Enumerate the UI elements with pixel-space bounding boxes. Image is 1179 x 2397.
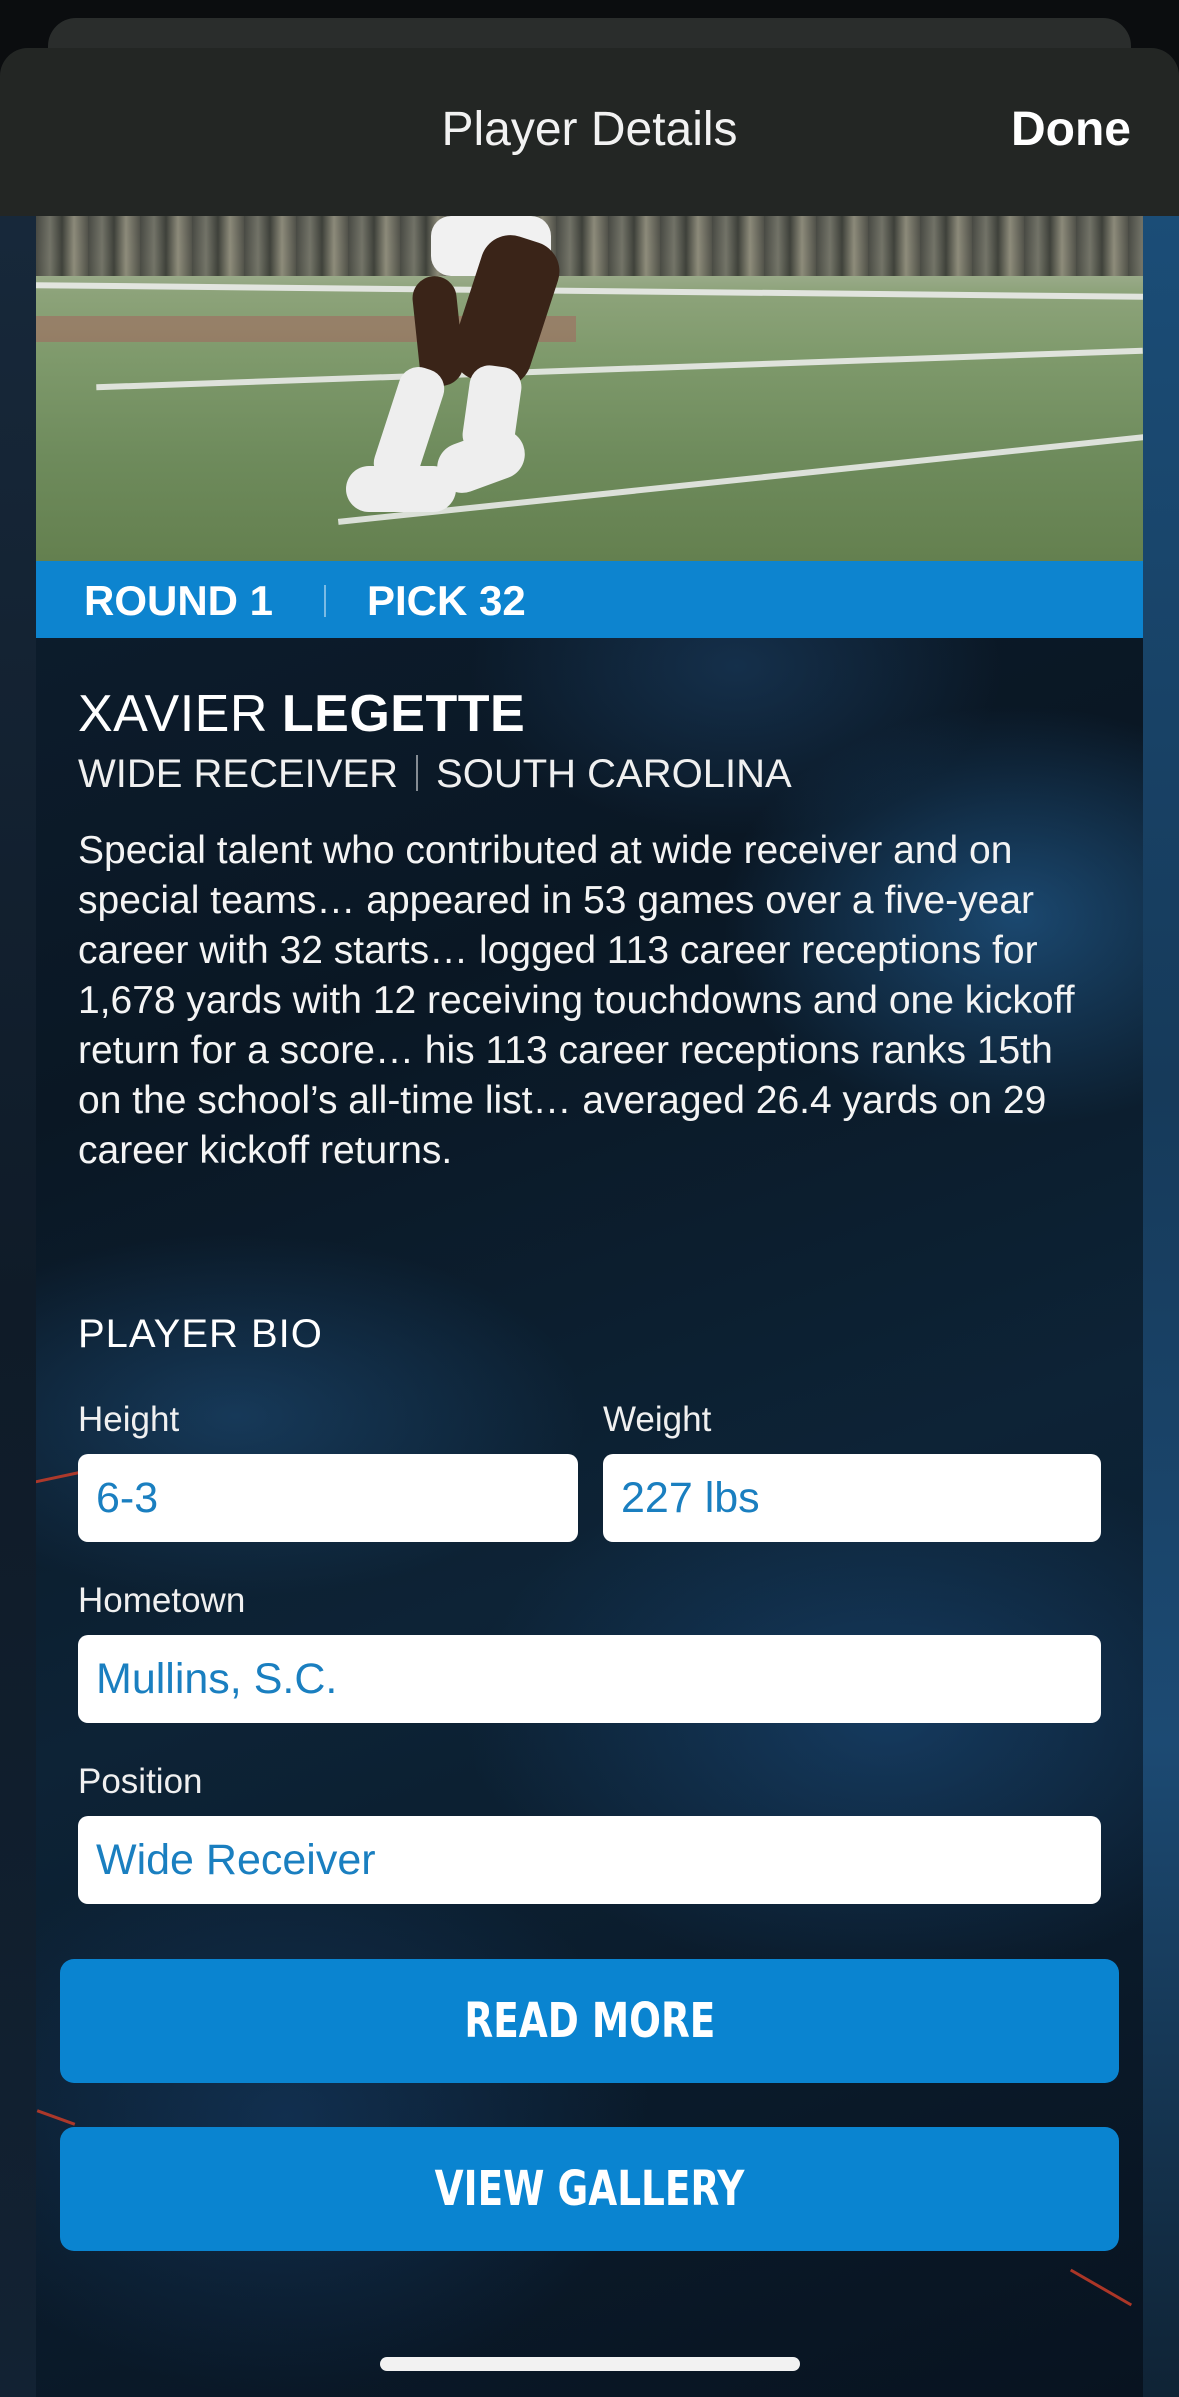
weight-field: 227 lbs: [603, 1454, 1101, 1542]
background-texture-left: [0, 216, 36, 2397]
height-label: Height: [78, 1400, 180, 1439]
divider: [324, 585, 326, 617]
position-label: Position: [78, 1762, 203, 1801]
height-field: 6-3: [78, 1454, 578, 1542]
weight-label: Weight: [603, 1400, 712, 1439]
pick-label: PICK 32: [367, 577, 526, 624]
done-button[interactable]: Done: [1011, 102, 1131, 157]
player-name: XAVIER LEGETTE: [78, 684, 1098, 744]
player-first-name: XAVIER: [78, 685, 268, 743]
home-indicator[interactable]: [380, 2357, 800, 2371]
player-position-school: WIDE RECEIVER SOUTH CAROLINA: [78, 752, 1098, 797]
player-bio-heading: PLAYER BIO: [78, 1312, 323, 1356]
read-more-button[interactable]: READ MORE: [60, 1959, 1119, 2083]
view-gallery-button[interactable]: VIEW GALLERY: [60, 2127, 1119, 2251]
divider: [416, 755, 419, 791]
screen: ROUND 1 PICK 32 XAVIER LEGETTE WIDE RECEI…: [0, 0, 1179, 2397]
photo-crowd: [36, 216, 1143, 276]
player-summary: Special talent who contributed at wide r…: [78, 829, 1075, 1172]
hometown-label: Hometown: [78, 1581, 246, 1620]
round-label: ROUND 1: [84, 577, 274, 624]
player-school: SOUTH CAROLINA: [436, 752, 792, 796]
player-position: WIDE RECEIVER: [78, 752, 399, 796]
player-details-sheet: ROUND 1 PICK 32 XAVIER LEGETTE WIDE RECEI…: [0, 48, 1179, 2397]
draft-pick-bar: ROUND 1 PICK 32: [36, 561, 1143, 638]
hometown-field: Mullins, S.C.: [78, 1635, 1101, 1723]
background-texture-right: [1143, 216, 1179, 2397]
read-more-label: READ MORE: [464, 1993, 715, 2049]
navigation-bar: Player Details Done: [0, 48, 1179, 216]
view-gallery-label: VIEW GALLERY: [434, 2161, 745, 2217]
player-photo: [36, 216, 1143, 561]
position-field: Wide Receiver: [78, 1816, 1101, 1904]
page-title: Player Details: [441, 103, 738, 156]
player-last-name: LEGETTE: [281, 685, 526, 743]
